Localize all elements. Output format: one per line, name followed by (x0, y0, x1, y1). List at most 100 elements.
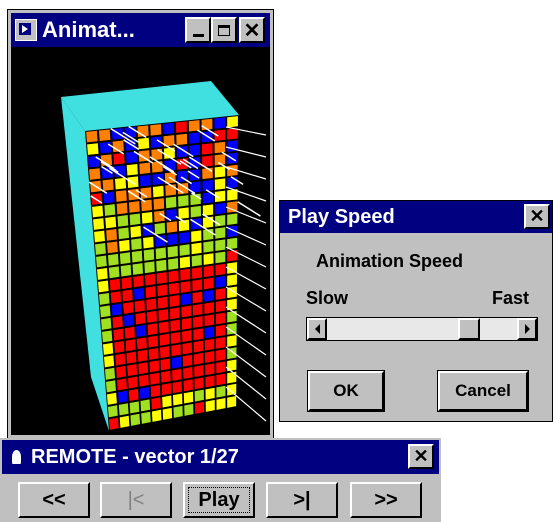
cube-cell (194, 389, 204, 402)
close-button[interactable]: ✕ (239, 17, 265, 43)
fast-label: Fast (492, 288, 530, 308)
cube-cell (227, 371, 237, 384)
remote-window: REMOTE - vector 1/27 ✕ << |< Play >| >> (0, 438, 441, 522)
cube-cell (103, 191, 115, 204)
slider-thumb[interactable] (458, 318, 481, 340)
cube-cell (205, 387, 215, 400)
cube-cell (183, 379, 193, 392)
cancel-button[interactable]: Cancel (437, 370, 529, 412)
maximize-button[interactable] (211, 17, 237, 43)
cube-cell (119, 239, 130, 252)
cube-cell (179, 244, 190, 256)
cube-cell (98, 280, 109, 293)
cube-cell (170, 331, 181, 344)
cube-cell (193, 316, 203, 328)
cube-cell (179, 256, 191, 269)
first-frame-button[interactable]: |< (100, 482, 172, 518)
play-button[interactable]: Play (183, 482, 255, 518)
ok-button[interactable]: OK (307, 370, 385, 412)
cube-cell (216, 361, 226, 374)
cube-cell (139, 386, 150, 400)
cube-cell (203, 253, 214, 265)
right-arrow-icon (524, 324, 530, 334)
close-icon: ✕ (243, 19, 261, 42)
cube-cell (150, 385, 161, 398)
cube-cell (144, 273, 156, 286)
cube-cell (215, 263, 226, 276)
cube-cell (131, 238, 142, 251)
cube-cell (158, 321, 169, 334)
cube-cell (215, 227, 226, 239)
cube-cell (175, 121, 187, 133)
cube-cell (129, 401, 140, 414)
minimize-button[interactable] (185, 17, 211, 43)
cube-cell (193, 328, 203, 341)
remote-close-button[interactable]: ✕ (408, 444, 434, 469)
slider-right-arrow[interactable] (517, 318, 537, 340)
cube-cell (191, 254, 202, 267)
cube-cell (150, 124, 162, 136)
cube-cell (214, 166, 226, 178)
cube-cell (181, 305, 192, 318)
cube-cell (171, 344, 181, 357)
cube-cell (156, 259, 167, 272)
cube-cell (139, 162, 151, 175)
cube-cell (215, 336, 226, 349)
cube-cell (194, 401, 205, 414)
cube-cell (106, 229, 118, 241)
cube-cell (194, 377, 204, 390)
cube-cell (172, 368, 182, 381)
next-frame-button[interactable]: >| (266, 482, 338, 518)
cube-cell (104, 367, 116, 380)
cube-cell (176, 133, 188, 146)
cube-cell (191, 267, 202, 279)
slider-left-arrow[interactable] (307, 318, 327, 340)
cube-cell (159, 346, 170, 359)
cube-cell (168, 258, 179, 270)
dialog-close-button[interactable]: ✕ (524, 204, 550, 229)
cube-cell (143, 236, 154, 249)
cube-cell (128, 201, 140, 213)
cube-cell (139, 174, 151, 187)
cube-cell (124, 326, 135, 339)
cube-cell (180, 281, 191, 293)
remote-titlebar[interactable]: REMOTE - vector 1/27 (2, 440, 439, 474)
left-arrow-icon (314, 324, 320, 334)
cube-cell (110, 291, 122, 304)
rewind-button[interactable]: << (18, 482, 90, 518)
cube-cell (127, 376, 138, 389)
cube-cell (202, 167, 213, 180)
cube-cell (204, 314, 215, 327)
cube-cell (227, 237, 238, 250)
cube-cell (193, 352, 204, 365)
cube-cell (118, 227, 130, 240)
cube-cell (101, 330, 113, 343)
cube-cell (106, 392, 117, 405)
cube-cell (205, 375, 215, 388)
cube-cell (149, 360, 160, 373)
cube-cell (190, 205, 202, 218)
cube-cell (201, 143, 213, 155)
cube-cell (126, 163, 138, 176)
speed-slider[interactable] (306, 317, 538, 341)
cube-cell (147, 323, 158, 336)
fast-forward-button[interactable]: >> (350, 482, 422, 518)
cube-cell (116, 365, 127, 378)
cube-cell (183, 391, 194, 404)
cube-cell (214, 178, 226, 190)
cube-cell (227, 116, 238, 128)
cube-cell (182, 330, 192, 343)
cube-cell (227, 176, 238, 189)
cube-cell (100, 317, 112, 330)
cube-cell (95, 243, 106, 255)
animation-window: Animat... ✕ (7, 9, 274, 439)
cube-cell (89, 168, 101, 180)
cube-cell (171, 356, 182, 369)
animation-speed-heading: Animation Speed (316, 251, 464, 271)
cube-cell (227, 274, 237, 286)
cube-cell (119, 415, 130, 428)
cube-cell (137, 349, 148, 362)
cube-viewport (11, 47, 270, 435)
play-speed-titlebar[interactable]: Play Speed (280, 201, 552, 233)
cube-cell (120, 264, 132, 277)
